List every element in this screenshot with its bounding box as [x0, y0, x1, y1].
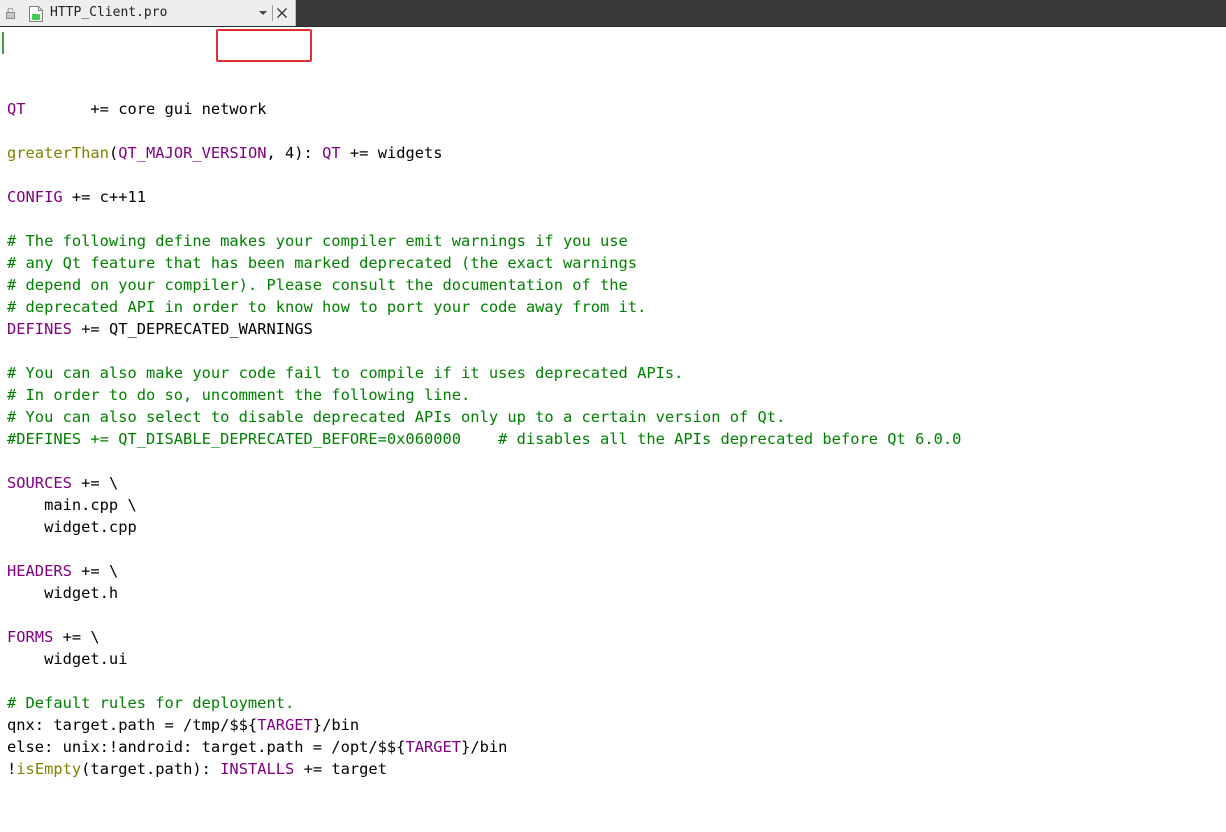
code-line[interactable]: ​ — [7, 538, 961, 560]
text-token: }/bin — [461, 738, 508, 756]
comment-token: # depend on your compiler). Please consu… — [7, 276, 628, 294]
code-line[interactable]: ​ — [7, 164, 961, 186]
text-token: += core gui — [25, 100, 202, 118]
keyword-token: FORMS — [7, 628, 54, 646]
keyword-token: QT_MAJOR_VERSION — [118, 144, 267, 162]
code-line[interactable]: # You can also make your code fail to co… — [7, 362, 961, 384]
text-token: else: unix:!android: target.path = /opt/… — [7, 738, 406, 756]
text-token: network — [201, 100, 267, 118]
keyword-token: INSTALLS — [220, 760, 295, 778]
tab-title: HTTP_Client.pro — [50, 5, 168, 20]
code-editor[interactable]: QT += core gui network​greaterThan(QT_MA… — [0, 27, 1226, 832]
comment-token: # Default rules for deployment. — [7, 694, 295, 712]
keyword-token: DEFINES — [7, 320, 72, 338]
text-token: ! — [7, 760, 17, 778]
code-line[interactable]: ​ — [7, 120, 961, 142]
code-text[interactable]: QT += core gui network​greaterThan(QT_MA… — [7, 29, 961, 780]
code-line[interactable]: ​ — [7, 208, 961, 230]
comment-token: # In order to do so, uncomment the follo… — [7, 386, 471, 404]
code-line[interactable]: ​ — [7, 670, 961, 692]
text-token: += QT_DEPRECATED_WARNINGS — [71, 320, 313, 338]
code-line[interactable]: # The following define makes your compil… — [7, 230, 961, 252]
code-line[interactable]: # Default rules for deployment. — [7, 692, 961, 714]
code-line[interactable]: # In order to do so, uncomment the follo… — [7, 384, 961, 406]
code-line[interactable]: else: unix:!android: target.path = /opt/… — [7, 736, 961, 758]
comment-token: #DEFINES += QT_DISABLE_DEPRECATED_BEFORE… — [7, 430, 962, 448]
code-line[interactable]: # any Qt feature that has been marked de… — [7, 252, 961, 274]
comment-token: # any Qt feature that has been marked de… — [7, 254, 638, 272]
code-line[interactable]: qnx: target.path = /tmp/$${TARGET}/bin — [7, 714, 961, 736]
comment-token: # You can also make your code fail to co… — [7, 364, 684, 382]
comment-token: # You can also select to disable depreca… — [7, 408, 786, 426]
text-token: += \ — [71, 474, 119, 492]
text-token: widget.cpp — [7, 518, 137, 536]
text-token: += widgets — [340, 144, 443, 162]
keyword-token: QT — [7, 100, 26, 118]
network-highlight-box — [216, 29, 312, 62]
code-line[interactable]: ​ — [7, 604, 961, 626]
function-token: greaterThan — [7, 144, 109, 162]
code-line[interactable]: QT += core gui network — [7, 98, 961, 120]
text-token: += \ — [53, 628, 100, 646]
text-token: widget.ui — [7, 650, 128, 668]
qt-project-file-icon — [29, 6, 43, 22]
code-line[interactable]: DEFINES += QT_DEPRECATED_WARNINGS — [7, 318, 961, 340]
keyword-token: TARGET — [257, 716, 313, 734]
editor-tab-bar: HTTP_Client.pro — [0, 0, 1226, 27]
close-icon[interactable] — [276, 7, 288, 19]
code-line[interactable]: ​ — [7, 450, 961, 472]
text-token: += \ — [71, 562, 119, 580]
keyword-token: QT — [322, 144, 341, 162]
comment-token: # deprecated API in order to know how to… — [7, 298, 647, 316]
code-line[interactable]: widget.ui — [7, 648, 961, 670]
tab-divider — [272, 5, 273, 21]
code-line[interactable]: FORMS += \ — [7, 626, 961, 648]
code-line[interactable]: ​ — [7, 340, 961, 362]
code-line[interactable]: # deprecated API in order to know how to… — [7, 296, 961, 318]
comment-token: # The following define makes your compil… — [7, 232, 628, 250]
code-line[interactable]: HEADERS += \ — [7, 560, 961, 582]
chevron-down-icon[interactable] — [258, 8, 268, 18]
code-line[interactable]: # You can also select to disable depreca… — [7, 406, 961, 428]
text-token: , 4): — [266, 144, 323, 162]
code-line[interactable]: !isEmpty(target.path): INSTALLS += targe… — [7, 758, 961, 780]
keyword-token: SOURCES — [7, 474, 72, 492]
lock-icon — [6, 8, 15, 19]
code-line[interactable]: main.cpp \ — [7, 494, 961, 516]
modified-line-marker — [2, 32, 4, 54]
keyword-token: CONFIG — [7, 188, 63, 206]
text-token: qnx: target.path = /tmp/$${ — [7, 716, 258, 734]
code-line[interactable]: widget.h — [7, 582, 961, 604]
code-line[interactable]: SOURCES += \ — [7, 472, 961, 494]
file-tab[interactable]: HTTP_Client.pro — [0, 0, 296, 26]
text-token: main.cpp \ — [7, 496, 137, 514]
text-token: (target.path): — [81, 760, 221, 778]
code-line[interactable]: greaterThan(QT_MAJOR_VERSION, 4): QT += … — [7, 142, 961, 164]
code-line[interactable]: CONFIG += c++11 — [7, 186, 961, 208]
code-line[interactable]: widget.cpp — [7, 516, 961, 538]
text-token: += target — [294, 760, 387, 778]
text-token: }/bin — [312, 716, 360, 734]
code-line[interactable]: # depend on your compiler). Please consu… — [7, 274, 961, 296]
keyword-token: HEADERS — [7, 562, 72, 580]
text-token: += c++11 — [62, 188, 147, 206]
text-token: widget.h — [7, 584, 119, 602]
code-line[interactable]: #DEFINES += QT_DISABLE_DEPRECATED_BEFORE… — [7, 428, 961, 450]
function-token: isEmpty — [16, 760, 82, 778]
text-token: ( — [108, 144, 119, 162]
keyword-token: TARGET — [405, 738, 462, 756]
